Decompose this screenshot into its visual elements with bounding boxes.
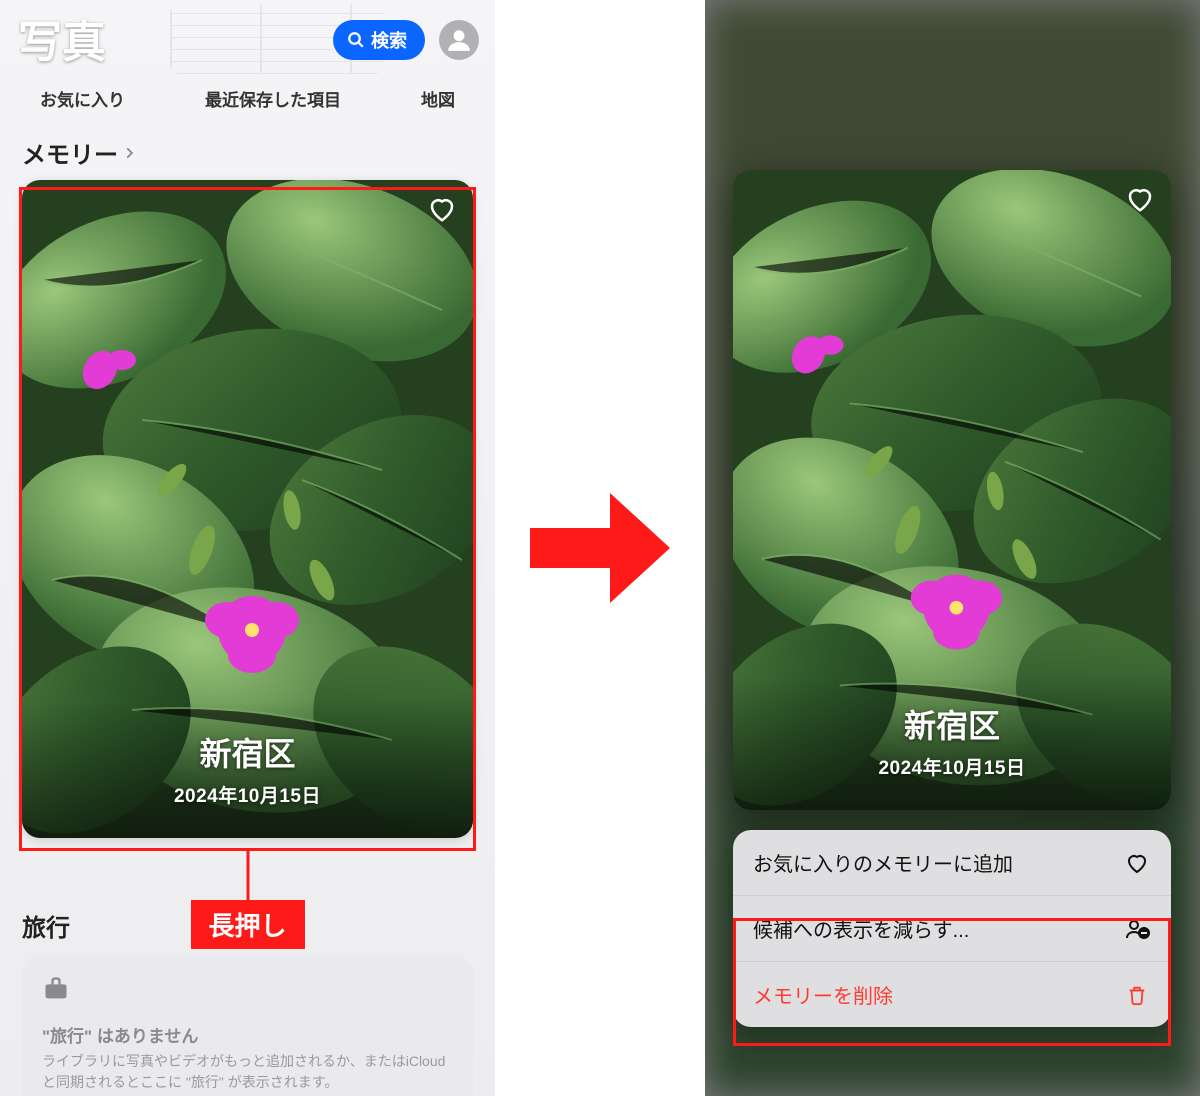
topbar: 写真 検索 [0, 0, 495, 80]
travel-empty-card: "旅行" はありません ライブラリに写真やビデオがもっと追加されるか、またはiC… [22, 955, 473, 1096]
trash-icon [1123, 983, 1151, 1007]
tab-map[interactable]: 地図 [421, 86, 455, 111]
transition-arrow [495, 0, 705, 1096]
search-button[interactable]: 検索 [333, 20, 425, 60]
memory-title: 新宿区 [733, 701, 1171, 747]
annotation-longpress-label: 長押し [190, 900, 304, 949]
phone-left: 写真 検索 お気に入り 最近保存した項目 地図 メモリー 新宿区 [0, 0, 495, 1096]
memory-caption: 新宿区 2024年10月15日 [733, 701, 1171, 780]
memory-card-preview[interactable]: 新宿区 2024年10月15日 [733, 170, 1171, 810]
memory-date: 2024年10月15日 [22, 781, 473, 808]
heart-icon [1123, 851, 1151, 875]
profile-avatar[interactable] [439, 20, 479, 60]
menu-item-label: 候補への表示を減らす... [753, 914, 969, 943]
menu-item-reduce-suggestions[interactable]: 候補への表示を減らす... [733, 895, 1171, 961]
menu-item-label: お気に入りのメモリーに追加 [753, 848, 1013, 877]
collection-tabs: お気に入り 最近保存した項目 地図 [0, 80, 495, 125]
memory-title: 新宿区 [22, 729, 473, 775]
suitcase-icon [42, 975, 453, 1008]
app-title: 写真 [18, 6, 106, 70]
chevron-right-icon [122, 146, 136, 160]
travel-empty-body: ライブラリに写真やビデオがもっと追加されるか、またはiCloudと同期されるとこ… [42, 1051, 453, 1093]
favorite-heart-button[interactable] [1123, 182, 1157, 216]
favorite-heart-button[interactable] [425, 192, 459, 226]
person-icon [446, 27, 472, 53]
memories-label: メモリー [22, 135, 118, 170]
tab-favorites[interactable]: お気に入り [40, 86, 125, 111]
menu-item-label: メモリーを削除 [753, 980, 893, 1009]
phone-right: 新宿区 2024年10月15日 お気に入りのメモリーに追加 候補への表示を減らす… [705, 0, 1200, 1096]
heart-icon [1125, 184, 1155, 214]
context-menu: お気に入りのメモリーに追加 候補への表示を減らす... メモリーを削除 [733, 830, 1171, 1027]
memories-header[interactable]: メモリー [0, 125, 495, 180]
memory-date: 2024年10月15日 [733, 753, 1171, 780]
search-label: 検索 [371, 27, 407, 53]
person-minus-icon [1123, 917, 1151, 941]
annotation-stem [246, 851, 249, 903]
menu-item-delete[interactable]: メモリーを削除 [733, 961, 1171, 1027]
travel-empty-title: "旅行" はありません [42, 1022, 453, 1047]
memory-caption: 新宿区 2024年10月15日 [22, 729, 473, 808]
tab-recent[interactable]: 最近保存した項目 [205, 86, 341, 111]
arrow-right-icon [520, 478, 680, 618]
memory-card[interactable]: 新宿区 2024年10月15日 [22, 180, 473, 838]
heart-icon [427, 194, 457, 224]
search-icon [347, 31, 365, 49]
menu-item-favorite[interactable]: お気に入りのメモリーに追加 [733, 830, 1171, 895]
